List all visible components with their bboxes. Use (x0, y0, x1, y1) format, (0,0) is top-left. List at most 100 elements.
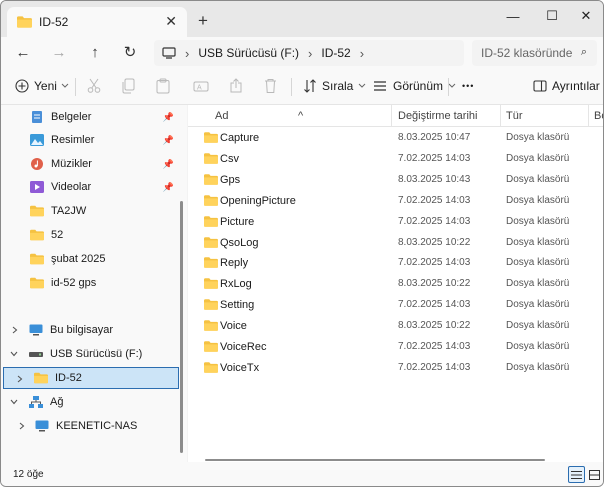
sidebar-item-belgeler[interactable]: Belgeler 📌 (3, 106, 179, 128)
sidebar-item-folder[interactable]: id-52 gps (3, 272, 179, 294)
address-bar[interactable]: › USB Sürücüsü (F:) › ID-52 › (154, 40, 464, 66)
sidebar-item-label: id-52 gps (51, 277, 97, 289)
sidebar-scrollbar[interactable] (180, 201, 183, 453)
column-divider[interactable] (588, 105, 589, 127)
chevron-down-icon (448, 83, 456, 88)
cut-icon[interactable] (87, 77, 101, 95)
file-row[interactable]: Csv 7.02.2025 14:03 Dosya klasörü (188, 148, 603, 169)
file-row[interactable]: RxLog 8.03.2025 10:22 Dosya klasörü (188, 273, 603, 294)
sidebar-item-network[interactable]: Ağ (3, 391, 179, 413)
refresh-button[interactable]: ↻ (120, 42, 140, 62)
file-list: ^ Ad Değiştirme tarihi Tür Bo Capture 8.0… (188, 105, 603, 462)
folder-icon (30, 253, 44, 265)
folder-icon (204, 341, 218, 352)
breadcrumb-usb[interactable]: USB Sürücüsü (F:) (198, 46, 299, 60)
file-modified-date: 7.02.2025 14:03 (398, 299, 471, 311)
sidebar-item-this-pc[interactable]: Bu bilgisayar (3, 319, 179, 341)
sidebar-item-muzikler[interactable]: Müzikler 📌 (3, 153, 179, 175)
sort-button[interactable]: Sırala (303, 77, 366, 95)
new-button[interactable]: Yeni (15, 77, 69, 95)
sidebar-item-folder[interactable]: TA2JW (3, 200, 179, 222)
column-header-type[interactable]: Tür (506, 110, 523, 122)
more-options-button[interactable]: ••• (462, 77, 474, 95)
file-modified-date: 7.02.2025 14:03 (398, 215, 471, 227)
sidebar-item-label: Videolar (51, 181, 92, 193)
file-row[interactable]: VoiceRec 7.02.2025 14:03 Dosya klasörü (188, 336, 603, 357)
computer-icon (29, 324, 43, 336)
breadcrumb-separator: › (185, 45, 190, 61)
up-button[interactable]: ↑ (85, 42, 105, 62)
search-input[interactable] (481, 46, 576, 60)
new-tab-button[interactable]: + (198, 12, 208, 29)
file-row[interactable]: Gps 8.03.2025 10:43 Dosya klasörü (188, 169, 603, 190)
share-icon[interactable] (229, 77, 243, 95)
sidebar-item-resimler[interactable]: Resimler 📌 (3, 129, 179, 151)
file-type: Dosya klasörü (506, 236, 570, 248)
file-row[interactable]: VoiceTx 7.02.2025 14:03 Dosya klasörü (188, 357, 603, 378)
file-row[interactable]: Setting 7.02.2025 14:03 Dosya klasörü (188, 294, 603, 315)
file-name: Csv (220, 152, 239, 165)
network-icon (29, 396, 43, 408)
column-headers: ^ Ad Değiştirme tarihi Tür Bo (188, 105, 603, 127)
file-row[interactable]: Voice 8.03.2025 10:22 Dosya klasörü (188, 315, 603, 336)
folder-icon (204, 257, 218, 269)
file-row[interactable]: Capture 8.03.2025 10:47 Dosya klasörü (188, 127, 603, 148)
column-header-size[interactable]: Bo (594, 110, 603, 122)
close-window-button[interactable]: ✕ (571, 7, 601, 25)
sidebar-item-keenetic-nas[interactable]: KEENETIC-NAS (3, 415, 179, 437)
maximize-button[interactable]: ☐ (537, 7, 567, 25)
minimize-button[interactable]: — (498, 7, 528, 25)
column-divider[interactable] (500, 105, 501, 127)
chevron-right-icon[interactable] (12, 326, 18, 334)
file-explorer-window: ID-52 ✕ + — ☐ ✕ ← → ↑ ↻ › USB Sürücüsü (… (0, 0, 604, 487)
view-button[interactable]: Görünüm (373, 77, 456, 95)
sidebar-item-id-52[interactable]: ID-52 (3, 367, 179, 389)
file-row[interactable]: Reply 7.02.2025 14:03 Dosya klasörü (188, 252, 603, 273)
search-box[interactable]: ⌕ (472, 40, 597, 66)
network-computer-icon (35, 420, 49, 432)
sidebar-item-videolar[interactable]: Videolar 📌 (3, 176, 179, 198)
file-type: Dosya klasörü (506, 132, 570, 143)
file-modified-date: 7.02.2025 14:03 (398, 152, 471, 164)
delete-icon[interactable] (264, 77, 277, 95)
tab-id-52[interactable]: ID-52 ✕ (7, 7, 187, 37)
file-row[interactable]: QsoLog 8.03.2025 10:22 Dosya klasörü (188, 232, 603, 253)
column-divider[interactable] (391, 105, 392, 127)
details-view-button[interactable] (568, 466, 585, 483)
chevron-right-icon[interactable] (19, 422, 25, 430)
chevron-down-icon[interactable] (10, 399, 18, 405)
item-count: 12 öğe (13, 469, 44, 480)
chevron-down-icon[interactable] (10, 351, 18, 357)
sidebar-item-usb-drive[interactable]: USB Sürücüsü (F:) (3, 343, 179, 365)
large-icons-view-button[interactable] (586, 466, 603, 483)
toolbar-divider (448, 78, 449, 96)
file-name: Voice (220, 320, 247, 333)
breadcrumb-id-52[interactable]: ID-52 (321, 46, 350, 60)
title-bar: ID-52 ✕ + — ☐ ✕ (1, 1, 603, 37)
chevron-right-icon[interactable] (17, 375, 23, 383)
file-modified-date: 7.02.2025 14:03 (398, 194, 471, 206)
search-icon[interactable]: ⌕ (581, 46, 587, 59)
file-row[interactable]: OpeningPicture 7.02.2025 14:03 Dosya klasö… (188, 190, 603, 211)
rename-icon[interactable]: A (193, 77, 209, 95)
horizontal-scrollbar[interactable] (205, 459, 545, 461)
back-button[interactable]: ← (13, 42, 33, 62)
column-header-modified[interactable]: Değiştirme tarihi (398, 110, 477, 122)
details-pane-button[interactable]: Ayrıntılar (533, 77, 600, 95)
paste-icon[interactable] (156, 77, 170, 95)
close-tab-icon[interactable]: ✕ (165, 14, 177, 28)
details-view-icon (571, 470, 582, 479)
breadcrumb-separator[interactable]: › (360, 46, 364, 61)
sidebar-item-label: Belgeler (51, 111, 92, 123)
file-modified-date: 8.03.2025 10:22 (398, 278, 471, 290)
column-header-name[interactable]: Ad (215, 110, 228, 122)
file-type: Dosya klasörü (506, 215, 570, 227)
sidebar-item-folder[interactable]: şubat 2025 (3, 248, 179, 270)
sidebar-item-folder[interactable]: 52 (3, 224, 179, 246)
sidebar-item-label: Bu bilgisayar (50, 324, 113, 336)
file-name: OpeningPicture (220, 194, 296, 207)
forward-button[interactable]: → (49, 42, 69, 62)
copy-icon[interactable] (121, 77, 135, 95)
folder-icon (34, 372, 48, 384)
file-row[interactable]: Picture 7.02.2025 14:03 Dosya klasörü (188, 211, 603, 232)
